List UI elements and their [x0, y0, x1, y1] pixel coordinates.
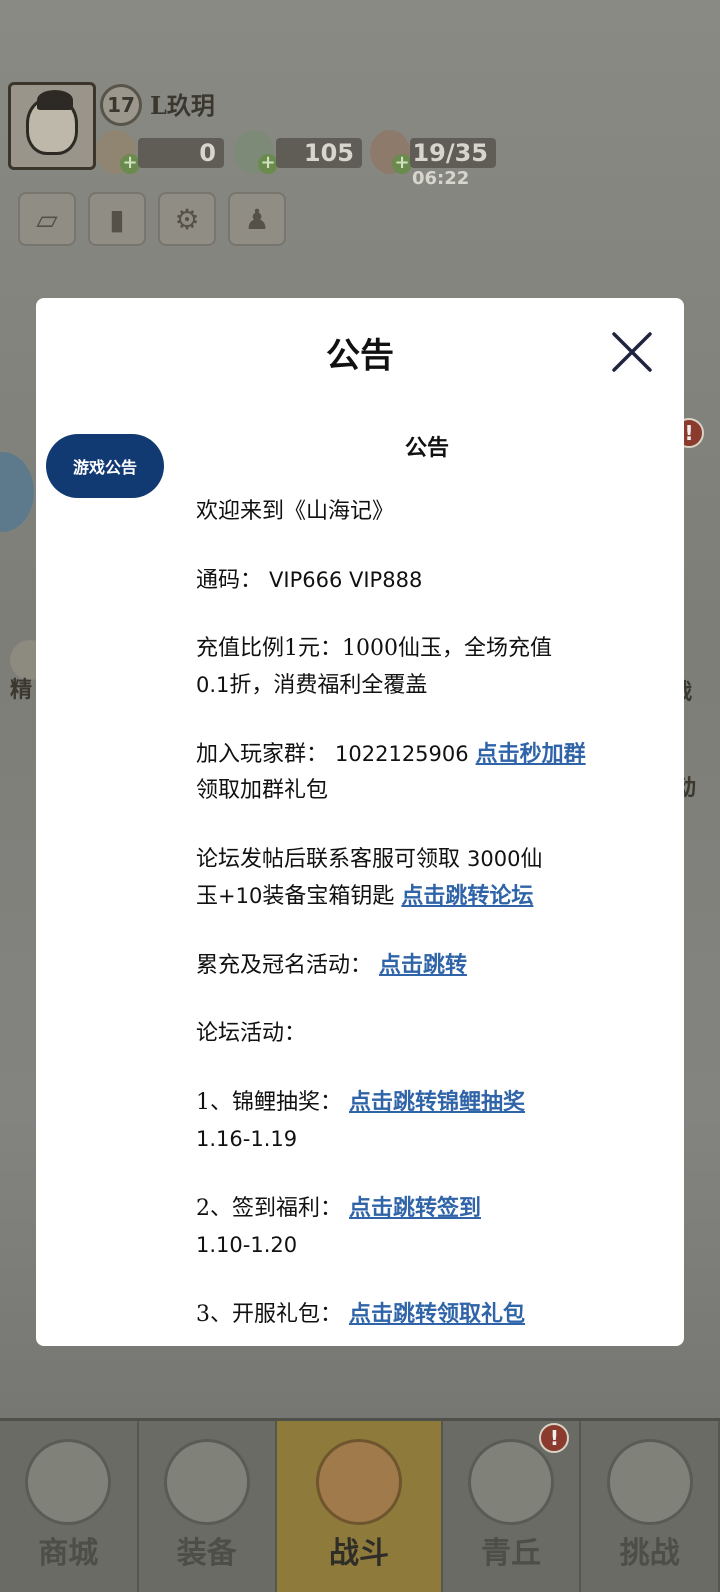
forum-link[interactable]: 点击跳转论坛	[401, 883, 533, 909]
gold-count: 0	[138, 138, 224, 168]
nav-shop[interactable]: 商城	[0, 1421, 139, 1592]
player-group: 加入玩家群： 1022125906 点击秒加群 领取加群礼包	[196, 736, 658, 809]
group-line-2: 领取加群礼包	[196, 778, 329, 803]
activity-dates: 1.16-1.19	[196, 1127, 298, 1151]
recharge-ratio: 充值比例1元：1000仙玉，全场充值 0.1折，消费福利全覆盖	[196, 631, 658, 704]
challenge-orb-icon	[606, 1439, 693, 1525]
stamina-add-icon[interactable]: +	[392, 154, 412, 174]
bar-chart-icon: ▮	[109, 202, 125, 236]
nav-battle-label: 战斗	[328, 1536, 389, 1571]
announcement-heading: 公告	[404, 435, 449, 461]
settings-button[interactable]: ⚙	[158, 192, 216, 246]
forum-line-2-start: 玉	[196, 884, 219, 909]
left-feature-label: 精	[10, 678, 33, 703]
stamina-timer: 06:22	[412, 168, 470, 189]
recharge-label: 充值比例1元：	[196, 636, 342, 661]
jade-count: 105	[276, 138, 362, 168]
sign-in-link[interactable]: 点击跳转签到	[349, 1195, 481, 1221]
mountain-icon	[468, 1439, 555, 1525]
nav-equipment[interactable]: 装备	[139, 1421, 278, 1592]
activity-label: 3、开服礼包：	[196, 1302, 342, 1327]
nav-challenge[interactable]: 挑战	[581, 1421, 720, 1592]
cumulative-link[interactable]: 点击跳转	[379, 952, 467, 978]
stamina-count: 19/35	[410, 138, 496, 168]
scroll-icon: ▱	[36, 202, 58, 236]
forum-line-1-end: 仙	[520, 847, 543, 872]
activity-item: 1、锦鲤抽奖： 点击跳转锦鲤抽奖 1.16-1.19	[196, 1084, 658, 1158]
player-name: L玖玥	[150, 91, 215, 120]
announcement-dialog: 公告 游戏公告 公告 欢迎来到《山海记》 通码： VIP666 VIP888 充…	[36, 298, 684, 1346]
nav-qingqiu-label: 青丘	[481, 1536, 542, 1571]
gear-icon: ⚙	[174, 202, 200, 236]
activity-item: 3、开服礼包： 点击跳转领取礼包	[196, 1296, 658, 1333]
koi-lottery-link[interactable]: 点击跳转锦鲤抽奖	[349, 1089, 525, 1115]
helmet-icon	[163, 1439, 250, 1525]
bottom-navigation: 商城 装备 战斗 ! 青丘 挑战	[0, 1418, 720, 1592]
join-group-link[interactable]: 点击秒加群	[476, 741, 586, 767]
group-label: 加入玩家群：	[196, 742, 329, 767]
tab-game-announcement[interactable]: 游戏公告	[46, 434, 164, 498]
cumulative-label: 累充及冠名活动：	[196, 953, 373, 978]
announcement-content: 公告 欢迎来到《山海记》 通码： VIP666 VIP888 充值比例1元：10…	[196, 430, 658, 1346]
discount-number: 0.1	[196, 673, 230, 697]
gold-add-icon[interactable]: +	[120, 154, 140, 174]
forum-line-2-num: +10	[218, 884, 263, 908]
nav-challenge-label: 挑战	[619, 1536, 680, 1571]
close-button[interactable]	[606, 328, 656, 378]
forum-activities-label: 论坛活动：	[196, 1021, 307, 1046]
forum-line-1: 论坛发帖后联系客服可领取	[196, 847, 461, 872]
scroll-button[interactable]: ▱	[18, 192, 76, 246]
gift-pack-link[interactable]: 点击跳转领取礼包	[349, 1301, 525, 1327]
code-line: 通码： VIP666 VIP888	[196, 562, 658, 599]
qingqiu-alert-icon: !	[539, 1423, 570, 1453]
recharge-value: 1000仙玉，全场充值	[342, 636, 552, 661]
nav-shop-label: 商城	[38, 1536, 99, 1571]
shop-icon	[25, 1439, 112, 1525]
forum-line-2: 装备宝箱钥匙	[262, 884, 395, 909]
activity-dates: 1.10-1.20	[196, 1233, 298, 1257]
nav-qingqiu[interactable]: ! 青丘	[443, 1421, 582, 1592]
close-icon	[612, 332, 652, 372]
friends-button[interactable]: ♟	[228, 192, 286, 246]
forum-activities-heading: 论坛活动：	[196, 1016, 658, 1052]
friends-icon: ♟	[244, 202, 270, 236]
recharge-line-2: 折，消费福利全覆盖	[229, 673, 428, 698]
nav-battle[interactable]: 战斗	[277, 1421, 443, 1592]
code-label: 通码：	[196, 568, 263, 593]
activity-label: 2、签到福利：	[196, 1196, 342, 1221]
forum-reward: 论坛发帖后联系客服可领取 3000仙 玉+10装备宝箱钥匙 点击跳转论坛	[196, 841, 658, 915]
nav-equipment-label: 装备	[176, 1536, 237, 1571]
crossed-swords-icon	[315, 1439, 402, 1525]
welcome-text: 欢迎来到《山海记》	[196, 494, 658, 530]
activity-label: 1、锦鲤抽奖：	[196, 1090, 342, 1115]
cumulative-activity: 累充及冠名活动： 点击跳转	[196, 947, 658, 984]
ranking-button[interactable]: ▮	[88, 192, 146, 246]
group-number: 1022125906	[335, 742, 469, 766]
jade-add-icon[interactable]: +	[258, 154, 278, 174]
code-value: VIP666 VIP888	[269, 568, 423, 592]
avatar-portrait	[26, 90, 78, 155]
forum-amount: 3000	[467, 847, 521, 871]
player-level-badge: 17	[100, 84, 142, 126]
dialog-title: 公告	[326, 336, 394, 376]
activity-item: 2、签到福利： 点击跳转签到 1.10-1.20	[196, 1190, 658, 1264]
welcome-line: 欢迎来到《山海记》	[196, 499, 395, 524]
left-side-tab[interactable]	[0, 452, 34, 532]
player-avatar[interactable]	[8, 82, 96, 170]
